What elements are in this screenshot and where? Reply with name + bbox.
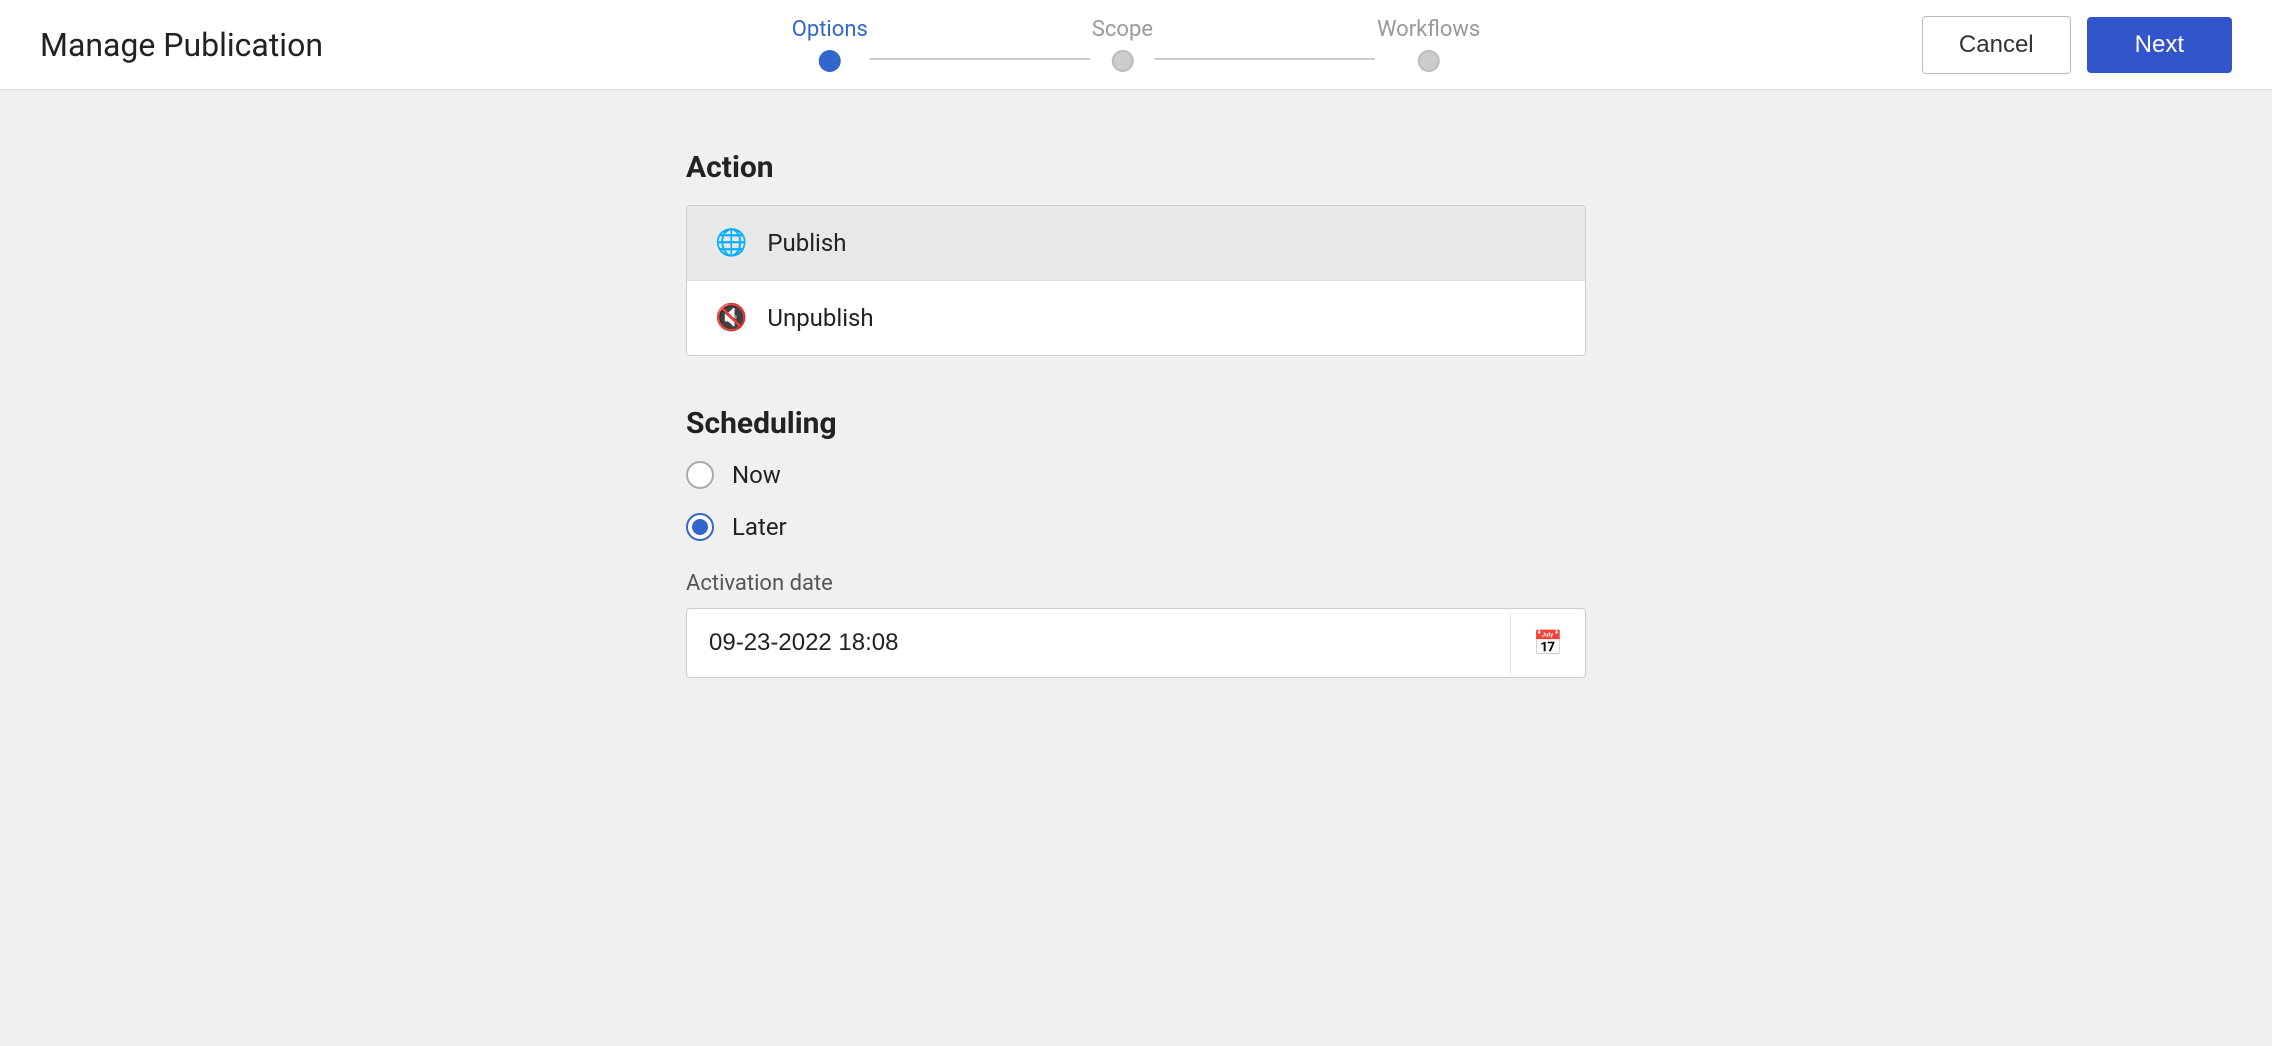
unpublish-label: Unpublish — [767, 304, 873, 332]
step-scope-label: Scope — [1092, 17, 1153, 42]
action-section: Action 🌐 Publish 🔇 Unpublish — [686, 150, 1586, 356]
radio-later[interactable]: Later — [686, 513, 1586, 541]
step-scope-dot — [1111, 50, 1133, 72]
scheduling-radio-group: Now Later — [686, 461, 1586, 541]
publish-icon: 🌐 — [715, 228, 747, 258]
step-line-2 — [1153, 58, 1377, 60]
activation-date-label: Activation date — [686, 571, 1586, 596]
step-options: Options — [792, 17, 868, 72]
stepper: Options Scope Workflows — [792, 17, 1481, 72]
header: Manage Publication Options Scope Workflo… — [0, 0, 2272, 90]
step-workflows: Workflows — [1377, 17, 1480, 72]
cancel-button[interactable]: Cancel — [1922, 16, 2071, 74]
radio-now-label: Now — [732, 461, 781, 489]
action-item-unpublish[interactable]: 🔇 Unpublish — [687, 281, 1585, 355]
radio-later-label: Later — [732, 513, 787, 541]
scheduling-section: Scheduling Now Later Activation date — [686, 406, 1586, 678]
unpublish-icon: 🔇 — [715, 303, 747, 333]
scheduling-title: Scheduling — [686, 406, 1586, 441]
header-actions: Cancel Next — [1922, 16, 2232, 74]
step-line-1 — [868, 58, 1092, 60]
action-section-title: Action — [686, 150, 1586, 185]
radio-now[interactable]: Now — [686, 461, 1586, 489]
next-button[interactable]: Next — [2087, 17, 2232, 73]
radio-later-inner — [692, 519, 708, 535]
radio-later-outer — [686, 513, 714, 541]
action-item-publish[interactable]: 🌐 Publish — [687, 206, 1585, 281]
step-options-dot — [819, 50, 841, 72]
calendar-button[interactable]: 📅 — [1510, 613, 1585, 674]
content-area: Action 🌐 Publish 🔇 Unpublish Scheduling — [686, 150, 1586, 708]
step-scope: Scope — [1092, 17, 1153, 72]
publish-label: Publish — [767, 229, 846, 257]
radio-now-outer — [686, 461, 714, 489]
step-workflows-label: Workflows — [1377, 17, 1480, 42]
page-title: Manage Publication — [40, 26, 323, 64]
step-options-label: Options — [792, 17, 868, 42]
main-content: Action 🌐 Publish 🔇 Unpublish Scheduling — [0, 90, 2272, 768]
activation-date-input[interactable] — [687, 609, 1510, 677]
step-workflows-dot — [1418, 50, 1440, 72]
action-list: 🌐 Publish 🔇 Unpublish — [686, 205, 1586, 356]
calendar-icon: 📅 — [1533, 630, 1563, 657]
activation-date-field: 📅 — [686, 608, 1586, 678]
